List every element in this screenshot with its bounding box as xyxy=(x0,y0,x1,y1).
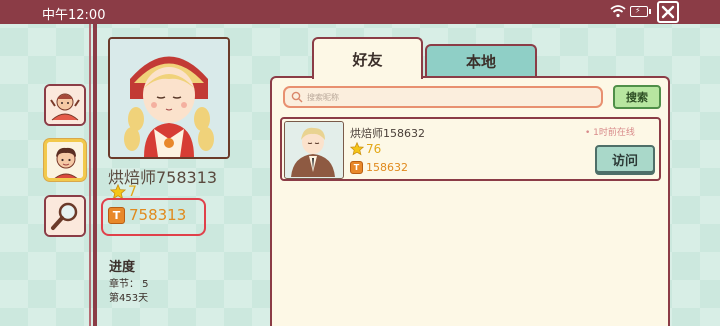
close-button[interactable] xyxy=(657,1,679,23)
player-id: T 758313 xyxy=(108,206,186,224)
chef-avatar-icon xyxy=(47,142,83,178)
player-id-value: 758313 xyxy=(129,206,187,224)
side-button-emote[interactable] xyxy=(44,84,86,126)
tab-friends[interactable]: 好友 xyxy=(312,37,423,79)
friend-id-value: 158632 xyxy=(366,161,408,174)
status-time: 中午12:00 xyxy=(42,8,106,23)
friend-card: 烘焙师158632 76 T 158632 • 1时前在线 访问 xyxy=(280,117,661,181)
coin-icon: T xyxy=(350,161,363,174)
friend-avatar xyxy=(284,121,344,179)
coin-icon: T xyxy=(108,206,125,224)
side-button-profile[interactable] xyxy=(44,139,86,181)
friend-online-status: • 1时前在线 xyxy=(585,128,635,138)
magnifier-icon xyxy=(46,197,84,235)
baker-portrait-icon xyxy=(110,39,228,157)
status-bar: 中午12:00 ⚡ xyxy=(0,0,720,24)
wifi-icon xyxy=(610,5,626,18)
progress-day: 第453天 xyxy=(109,293,149,304)
star-icon xyxy=(350,142,364,156)
friends-panel xyxy=(270,76,670,326)
left-divider xyxy=(93,24,97,326)
close-icon xyxy=(661,5,675,19)
side-button-search[interactable] xyxy=(44,195,86,237)
search-box[interactable] xyxy=(283,86,603,108)
progress-chapter: 章节： 5 xyxy=(109,279,149,290)
left-divider-shadow xyxy=(89,24,91,326)
visit-button[interactable]: 访问 xyxy=(595,145,655,173)
search-input[interactable] xyxy=(307,89,597,105)
search-button[interactable]: 搜索 xyxy=(613,85,661,109)
person-emote-icon xyxy=(46,86,84,124)
friend-level-value: 76 xyxy=(366,142,382,156)
friend-name: 烘焙师158632 xyxy=(350,127,425,140)
tab-local[interactable]: 本地 xyxy=(425,44,537,77)
battery-icon: ⚡ xyxy=(630,6,651,17)
friend-level: 76 xyxy=(350,142,381,156)
progress-title: 进度 xyxy=(109,260,136,275)
profile-portrait xyxy=(108,37,230,159)
friend-portrait-icon xyxy=(285,122,342,177)
friend-id: T 158632 xyxy=(350,161,408,174)
search-icon xyxy=(291,91,303,103)
